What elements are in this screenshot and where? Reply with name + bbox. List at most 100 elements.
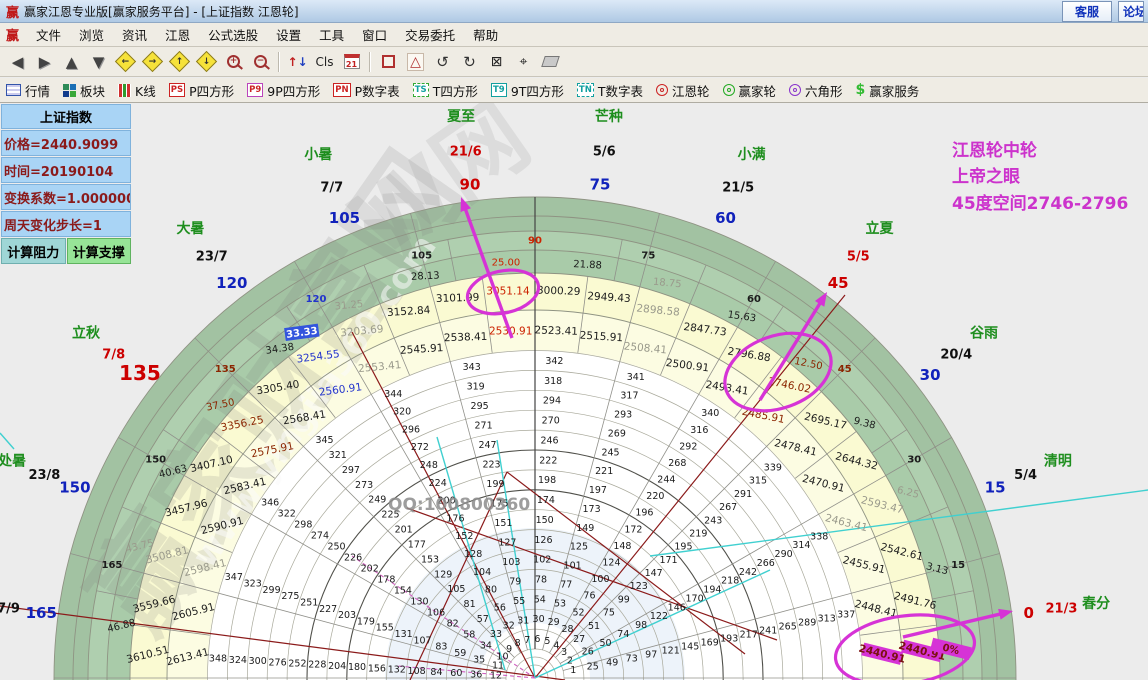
eraser-icon[interactable]: [537, 50, 564, 74]
diamond-right-icon[interactable]: →: [139, 50, 166, 74]
toolbar-item-t-number-table[interactable]: TNT数字表: [577, 81, 643, 100]
svg-text:241: 241: [759, 626, 777, 637]
nav-right-icon[interactable]: ▶: [31, 50, 58, 74]
diamond-left-icon[interactable]: ←: [112, 50, 139, 74]
menu-item-工具[interactable]: 工具: [310, 23, 353, 46]
menu-item-窗口[interactable]: 窗口: [353, 23, 396, 46]
date-row: 时间=20190104: [1, 157, 131, 183]
svg-text:57: 57: [477, 614, 489, 625]
kline-icon: [118, 84, 131, 97]
svg-text:107: 107: [413, 635, 431, 646]
zoom-out-icon[interactable]: −: [247, 50, 274, 74]
step-row: 周天变化步长=1: [1, 211, 131, 237]
svg-text:267: 267: [719, 502, 737, 513]
svg-text:103: 103: [502, 557, 520, 568]
toolbar-item-9p-square[interactable]: P99P四方形: [247, 81, 320, 100]
svg-text:45: 45: [838, 364, 852, 375]
9t-square-icon: T9: [491, 83, 507, 97]
menu-logo-icon: 赢: [6, 25, 19, 44]
toolbar-item-winner-service[interactable]: $赢家服务: [856, 81, 920, 100]
svg-text:105: 105: [329, 209, 360, 227]
svg-text:339: 339: [764, 463, 782, 474]
svg-text:271: 271: [475, 420, 493, 431]
svg-text:101: 101: [564, 561, 582, 572]
svg-text:203: 203: [338, 610, 356, 621]
menu-item-江恩[interactable]: 江恩: [156, 23, 199, 46]
calc-support-button[interactable]: 计算支撑: [67, 238, 132, 264]
svg-text:202: 202: [361, 564, 379, 575]
svg-text:150: 150: [59, 478, 90, 496]
calc-resistance-button[interactable]: 计算阻力: [1, 238, 66, 264]
forum-button[interactable]: 论坛: [1118, 1, 1144, 22]
diamond-down-icon[interactable]: ↓: [193, 50, 220, 74]
t-number-table-label: T数字表: [598, 81, 643, 100]
select-box-icon[interactable]: ⊠: [483, 50, 510, 74]
zoom-in-icon[interactable]: +: [220, 50, 247, 74]
toolbar-item-winner-wheel[interactable]: 赢家轮: [723, 81, 777, 100]
nav-left-icon[interactable]: ◀: [4, 50, 31, 74]
calendar-icon[interactable]: 21: [338, 50, 365, 74]
svg-text:193: 193: [720, 633, 738, 644]
toolbar-item-9t-square[interactable]: T9 9T四方形: [491, 81, 564, 100]
toolbar-item-gann-wheel[interactable]: 江恩轮: [656, 81, 710, 100]
svg-text:25.00: 25.00: [492, 258, 521, 269]
svg-text:84: 84: [430, 667, 442, 678]
svg-text:104: 104: [473, 567, 491, 578]
square-tool-icon[interactable]: [375, 50, 402, 74]
rotate-ccw-icon[interactable]: ↺: [429, 50, 456, 74]
toolbar-item-quotes[interactable]: 行情: [6, 81, 50, 100]
range-icon[interactable]: ↑↓: [284, 50, 311, 74]
menu-item-帮助[interactable]: 帮助: [464, 23, 507, 46]
svg-text:12: 12: [490, 671, 502, 680]
menu-item-设置[interactable]: 设置: [267, 23, 310, 46]
svg-text:129: 129: [434, 569, 452, 580]
sectors-label: 板块: [80, 81, 105, 100]
svg-text:218: 218: [721, 576, 739, 587]
svg-text:128: 128: [464, 549, 482, 560]
cls-button[interactable]: Cls: [311, 50, 338, 74]
crosshair-icon[interactable]: ⌖: [510, 50, 537, 74]
svg-text:6: 6: [534, 634, 540, 645]
menu-item-文件[interactable]: 文件: [27, 23, 70, 46]
menu-item-浏览[interactable]: 浏览: [70, 23, 113, 46]
svg-text:21/6: 21/6: [450, 145, 482, 160]
note-line-2: 上帝之眼: [952, 164, 1128, 190]
coefficient-row: 变换系数=1.000000: [1, 184, 131, 210]
toolbar-item-kline[interactable]: K线: [118, 81, 156, 100]
rotate-cw-icon[interactable]: ↻: [456, 50, 483, 74]
svg-text:340: 340: [701, 408, 719, 419]
menu-item-交易委托[interactable]: 交易委托: [396, 23, 464, 46]
svg-text:300: 300: [249, 656, 267, 667]
svg-text:341: 341: [627, 372, 645, 383]
svg-text:130: 130: [410, 597, 428, 608]
toolbar-item-p-number-table[interactable]: PNP数字表: [333, 81, 399, 100]
menu-item-公式选股[interactable]: 公式选股: [199, 23, 267, 46]
svg-text:220: 220: [646, 491, 664, 502]
svg-text:80: 80: [485, 585, 497, 596]
triangle-tool-icon[interactable]: △: [402, 50, 429, 74]
svg-text:100: 100: [591, 574, 609, 585]
9t-square-label: 9T四方形: [511, 81, 564, 100]
nav-up-icon[interactable]: ▲: [58, 50, 85, 74]
svg-text:5: 5: [544, 636, 550, 647]
svg-text:28: 28: [561, 624, 573, 635]
toolbar-item-t-square[interactable]: TST四方形: [413, 81, 478, 100]
svg-text:294: 294: [543, 396, 561, 407]
svg-text:224: 224: [429, 478, 447, 489]
toolbar-item-hexagon[interactable]: 六角形: [789, 81, 843, 100]
svg-text:252: 252: [288, 658, 306, 669]
menu-item-资讯[interactable]: 资讯: [113, 23, 156, 46]
p-number-table-icon: PN: [333, 83, 350, 97]
svg-text:27: 27: [573, 634, 585, 645]
diamond-up-icon[interactable]: ↑: [166, 50, 193, 74]
svg-text:60: 60: [747, 294, 761, 305]
svg-text:33: 33: [490, 629, 502, 640]
gann-wheel-icon: [656, 84, 668, 96]
nav-down-icon[interactable]: ▼: [85, 50, 112, 74]
customer-service-button[interactable]: 客服: [1062, 1, 1112, 22]
toolbar-item-sectors[interactable]: 板块: [63, 81, 105, 100]
toolbar-item-p-square[interactable]: PSP四方形: [169, 81, 234, 100]
svg-text:小暑: 小暑: [304, 147, 332, 163]
svg-text:53: 53: [554, 598, 566, 609]
svg-text:275: 275: [281, 591, 299, 602]
